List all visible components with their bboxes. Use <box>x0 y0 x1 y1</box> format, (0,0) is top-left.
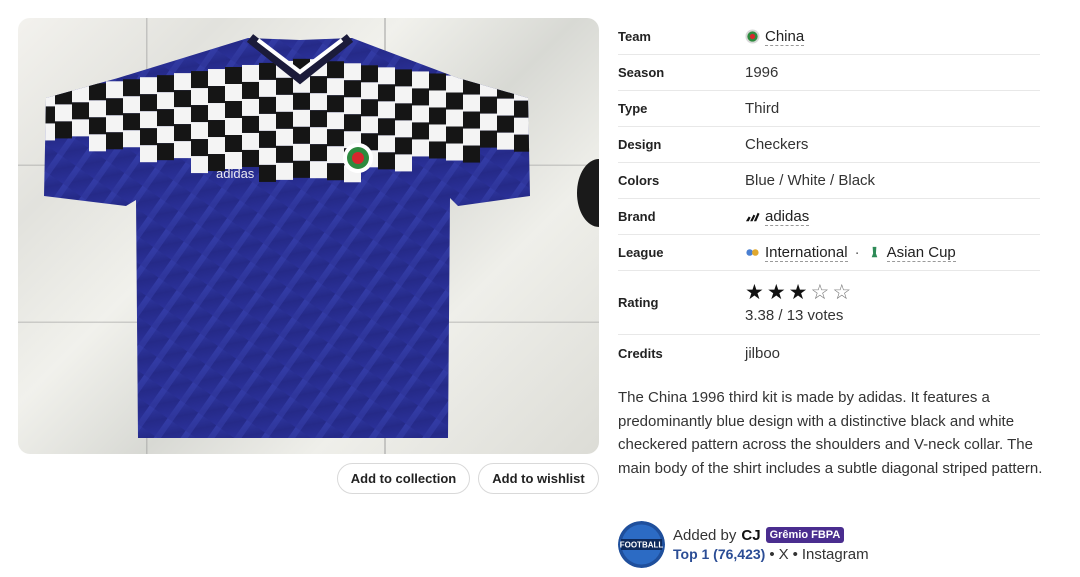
adidas-wordmark: adidas <box>216 166 255 181</box>
rating-label: Rating <box>618 295 659 310</box>
star-filled-icon[interactable]: ★ <box>767 281 786 304</box>
type-row: Type Third <box>618 91 1040 127</box>
team-badge[interactable]: Grêmio FBPA <box>765 527 845 543</box>
colors-value: Blue / White / Black <box>745 172 876 189</box>
added-by-section: FOOTBALL Added by CJ Grêmio FBPA Top 1 (… <box>618 521 869 568</box>
league-separator: · <box>854 244 860 261</box>
brand-link[interactable]: adidas <box>765 208 810 226</box>
bullet-separator: • <box>769 545 775 563</box>
credits-row: Credits jilboo <box>618 335 1040 371</box>
add-to-wishlist-button[interactable]: Add to wishlist <box>478 463 599 494</box>
type-label: Type <box>618 101 648 116</box>
added-by-user[interactable]: CJ <box>741 527 760 544</box>
team-label: Team <box>618 29 651 44</box>
rating-stars[interactable]: ★ ★ ★ ☆ ☆ <box>745 281 851 304</box>
season-row: Season 1996 <box>618 55 1040 91</box>
product-photo[interactable]: adidas <box>18 18 599 454</box>
brand-label: Brand <box>618 209 656 224</box>
china-team-crest-icon <box>745 29 760 44</box>
colors-label: Colors <box>618 173 660 188</box>
team-link[interactable]: China <box>765 28 805 46</box>
design-row: Design Checkers <box>618 127 1040 163</box>
design-value: Checkers <box>745 136 809 153</box>
league-row: League International · Asian Cup <box>618 235 1040 271</box>
rating-row: Rating ★ ★ ★ ☆ ☆ 3.38 / 13 votes <box>618 271 1040 335</box>
football-avatar-icon: FOOTBALL <box>618 521 665 568</box>
league-link-asian-cup[interactable]: Asian Cup <box>886 244 956 262</box>
x-link[interactable]: X <box>779 546 789 563</box>
add-to-collection-button[interactable]: Add to collection <box>337 463 470 494</box>
star-empty-icon[interactable]: ☆ <box>832 281 851 304</box>
design-label: Design <box>618 137 662 152</box>
season-label: Season <box>618 65 665 80</box>
credits-label: Credits <box>618 345 663 361</box>
season-value: 1996 <box>745 64 779 81</box>
credits-value: jilboo <box>745 344 781 362</box>
avatar[interactable]: FOOTBALL <box>618 521 665 568</box>
asian-cup-trophy-icon <box>871 246 877 258</box>
star-filled-icon[interactable]: ★ <box>789 281 808 304</box>
kit-details-table: Team China Season 1996 Type Third Design… <box>618 19 1040 371</box>
colors-row: Colors Blue / White / Black <box>618 163 1040 199</box>
international-globe-icon <box>746 249 759 256</box>
rating-votes: 3.38 / 13 votes <box>745 306 844 324</box>
added-by-prefix: Added by <box>673 526 737 544</box>
jersey-image: adidas <box>44 34 599 438</box>
star-filled-icon[interactable]: ★ <box>745 281 764 304</box>
adidas-logo-icon <box>745 212 760 222</box>
kit-description: The China 1996 third kit is made by adid… <box>618 389 1043 477</box>
type-value: Third <box>745 100 780 117</box>
league-link-international[interactable]: International <box>765 244 848 262</box>
china-crest-icon <box>343 143 373 173</box>
star-empty-icon[interactable]: ☆ <box>810 281 829 304</box>
brand-row: Brand adidas <box>618 199 1040 235</box>
team-row: Team China <box>618 19 1040 55</box>
svg-text:FOOTBALL: FOOTBALL <box>620 541 664 550</box>
league-label: League <box>618 245 664 260</box>
user-rank[interactable]: Top 1 (76,423) <box>673 546 765 562</box>
instagram-link[interactable]: Instagram <box>802 546 869 563</box>
bullet-separator-2: • <box>792 545 798 563</box>
